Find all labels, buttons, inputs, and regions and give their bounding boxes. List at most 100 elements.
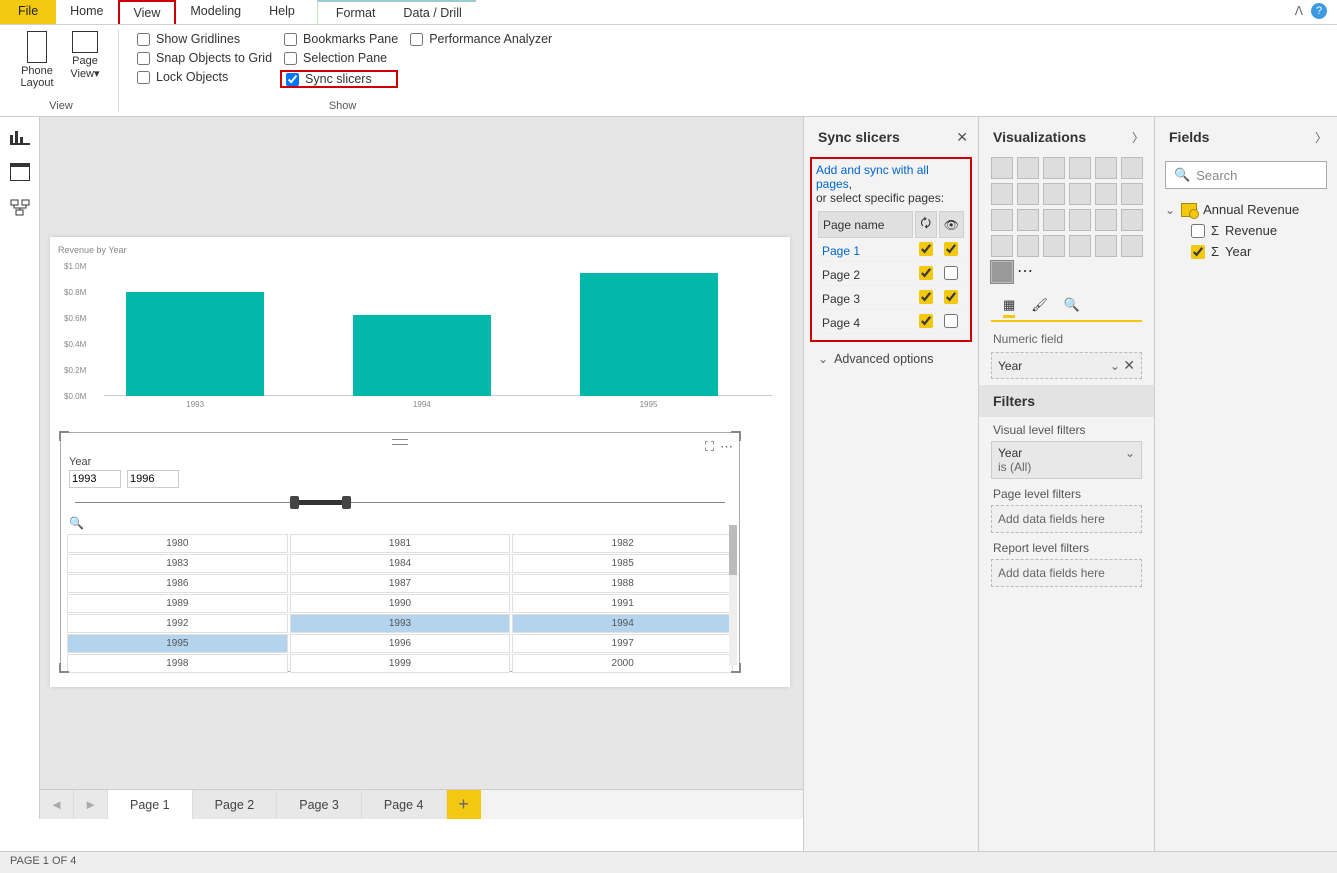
slicer-slider[interactable] — [75, 498, 725, 508]
year-cell[interactable]: 1998 — [67, 654, 288, 673]
viz-type-icon[interactable] — [1017, 157, 1039, 179]
tab-data-drill[interactable]: Data / Drill — [389, 2, 475, 24]
slicer-to-input[interactable] — [127, 470, 179, 488]
year-cell[interactable]: 1983 — [67, 554, 288, 573]
viz-type-icon[interactable]: ⋯ — [1017, 261, 1039, 283]
tab-help[interactable]: Help — [255, 0, 309, 24]
check-snap-objects[interactable]: Snap Objects to Grid — [137, 51, 272, 65]
viz-type-icon[interactable] — [1043, 209, 1065, 231]
sync-checkbox[interactable] — [919, 314, 933, 328]
slicer-search-icon[interactable]: 🔍 — [61, 512, 739, 534]
sync-checkbox[interactable] — [919, 242, 933, 256]
viz-type-icon[interactable] — [1069, 183, 1091, 205]
year-cell[interactable]: 1982 — [512, 534, 733, 553]
viz-tab-analytics-icon[interactable]: 🔍 — [1064, 297, 1080, 318]
slicer-from-input[interactable] — [69, 470, 121, 488]
viz-type-icon[interactable] — [1121, 183, 1143, 205]
viz-type-icon[interactable] — [1017, 209, 1039, 231]
sync-row-name[interactable]: Page 2 — [818, 264, 913, 286]
viz-type-icon[interactable] — [1017, 235, 1039, 257]
year-cell[interactable]: 1994 — [512, 614, 733, 633]
visual-filter-year[interactable]: Year⌄ is (All) — [991, 441, 1142, 479]
visible-checkbox[interactable] — [944, 242, 958, 256]
sync-row-name[interactable]: Page 1 — [818, 240, 913, 262]
year-cell[interactable]: 1999 — [290, 654, 511, 673]
slicer-focus-icon[interactable]: ⛶ — [705, 439, 714, 455]
fields-search-input[interactable]: 🔍 Search — [1165, 161, 1327, 189]
viz-type-icon[interactable] — [991, 261, 1013, 283]
revenue-chart[interactable]: Revenue by Year $0.0M$0.2M$0.4M$0.6M$0.8… — [50, 237, 790, 427]
tab-modeling[interactable]: Modeling — [176, 0, 255, 24]
viz-type-icon[interactable] — [1121, 209, 1143, 231]
year-cell[interactable]: 1997 — [512, 634, 733, 653]
year-cell[interactable]: 1995 — [67, 634, 288, 653]
numeric-field-well[interactable]: Year ⌄ ✕ — [991, 352, 1142, 379]
field-checkbox[interactable] — [1191, 245, 1205, 259]
help-icon[interactable]: ? — [1311, 3, 1327, 19]
slicer-scrollbar[interactable] — [729, 525, 737, 665]
year-cell[interactable]: 1986 — [67, 574, 288, 593]
page-view-button[interactable]: PageView▾ — [62, 29, 108, 89]
check-sync-slicers[interactable]: Sync slicers — [280, 70, 398, 88]
sync-row-name[interactable]: Page 4 — [818, 312, 913, 334]
model-view-icon[interactable] — [10, 199, 30, 217]
viz-type-icon[interactable] — [1121, 157, 1143, 179]
viz-pane-collapse-icon[interactable]: 〉 — [1132, 129, 1144, 146]
viz-type-icon[interactable] — [1069, 235, 1091, 257]
year-cell[interactable]: 1996 — [290, 634, 511, 653]
slicer-more-icon[interactable]: ⋯ — [720, 439, 733, 455]
viz-type-icon[interactable] — [1095, 183, 1117, 205]
tab-file[interactable]: File — [0, 0, 56, 24]
year-slicer[interactable]: ⛶ ⋯ Year 🔍 19801981198219831984198519861… — [60, 432, 740, 672]
viz-type-icon[interactable] — [1069, 157, 1091, 179]
viz-type-icon[interactable] — [1121, 235, 1143, 257]
report-view-icon[interactable] — [10, 127, 30, 145]
year-cell[interactable]: 1989 — [67, 594, 288, 613]
year-cell[interactable]: 1992 — [67, 614, 288, 633]
chart-bar[interactable] — [353, 315, 491, 396]
viz-type-icon[interactable] — [1043, 157, 1065, 179]
sync-checkbox[interactable] — [919, 266, 933, 280]
page-next-button[interactable]: ► — [74, 790, 108, 819]
year-cell[interactable]: 1980 — [67, 534, 288, 553]
viz-type-icon[interactable] — [1095, 157, 1117, 179]
year-cell[interactable]: 1987 — [290, 574, 511, 593]
page-filters-well[interactable]: Add data fields here — [991, 505, 1142, 533]
year-cell[interactable]: 1988 — [512, 574, 733, 593]
ribbon-collapse-icon[interactable]: ᐱ — [1295, 4, 1303, 18]
check-performance-analyzer[interactable]: Performance Analyzer — [410, 32, 552, 46]
field-checkbox[interactable] — [1191, 224, 1205, 238]
fields-pane-collapse-icon[interactable]: 〉 — [1315, 129, 1327, 146]
viz-type-icon[interactable] — [1017, 183, 1039, 205]
sync-all-pages-link[interactable]: Add and sync with all pages — [816, 163, 929, 191]
viz-type-icon[interactable] — [991, 157, 1013, 179]
year-cell[interactable]: 1981 — [290, 534, 511, 553]
page-tab-4[interactable]: Page 4 — [362, 790, 447, 819]
check-selection-pane[interactable]: Selection Pane — [284, 51, 398, 65]
check-show-gridlines[interactable]: Show Gridlines — [137, 32, 272, 46]
report-page[interactable]: Revenue by Year $0.0M$0.2M$0.4M$0.6M$0.8… — [50, 237, 790, 687]
tab-home[interactable]: Home — [56, 0, 117, 24]
viz-type-icon[interactable] — [1043, 235, 1065, 257]
visible-checkbox[interactable] — [944, 290, 958, 304]
viz-type-icon[interactable] — [1095, 209, 1117, 231]
viz-tab-format-icon[interactable]: 🖌 — [1031, 297, 1048, 318]
page-tab-2[interactable]: Page 2 — [193, 790, 278, 819]
year-cell[interactable]: 2000 — [512, 654, 733, 673]
table-annual-revenue[interactable]: ⌄ Annual Revenue — [1165, 199, 1327, 220]
chart-bar[interactable] — [126, 292, 264, 396]
check-lock-objects[interactable]: Lock Objects — [137, 70, 272, 84]
advanced-options-toggle[interactable]: ⌄ Advanced options — [804, 342, 978, 376]
phone-layout-button[interactable]: PhoneLayout — [14, 29, 60, 89]
year-cell[interactable]: 1991 — [512, 594, 733, 613]
remove-field-icon[interactable]: ✕ — [1123, 357, 1135, 373]
page-tab-1[interactable]: Page 1 — [108, 790, 193, 819]
visible-checkbox[interactable] — [944, 314, 958, 328]
viz-type-icon[interactable] — [1095, 235, 1117, 257]
viz-type-icon[interactable] — [991, 235, 1013, 257]
viz-type-icon[interactable] — [1069, 209, 1091, 231]
page-prev-button[interactable]: ◄ — [40, 790, 74, 819]
visible-checkbox[interactable] — [944, 266, 958, 280]
sync-pane-close-icon[interactable]: ✕ — [956, 129, 968, 146]
viz-type-icon[interactable] — [991, 183, 1013, 205]
